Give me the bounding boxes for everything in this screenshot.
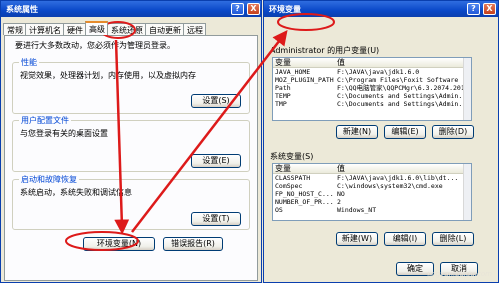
env-title-highlight [277,13,335,31]
tab-advanced[interactable]: 高级 [85,21,108,35]
annotation-overlay [65,13,335,251]
env-button-highlight [65,231,139,251]
screenshot-stage: 系统属性 ? X 常规 计算机名 硬件 高级 系统还原 自动更新 远程 要进行大多数改动，您… [0,0,499,283]
arrow-button-to-dialog [131,30,288,233]
arrow-tab-to-button [114,39,130,235]
